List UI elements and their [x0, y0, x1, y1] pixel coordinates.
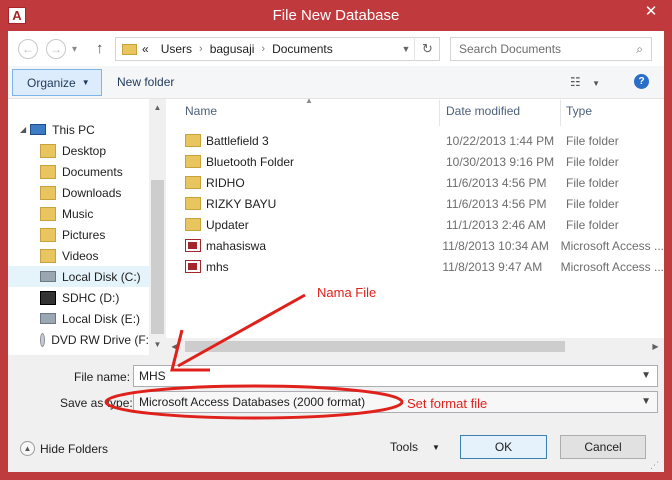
annotation-ellipse — [104, 384, 404, 420]
annotation-layer — [104, 293, 404, 420]
annotation-file-name-note: Nama File — [317, 285, 377, 300]
annotation-format-note: Set format file — [407, 396, 488, 411]
annotation-arrow-line — [177, 293, 306, 368]
